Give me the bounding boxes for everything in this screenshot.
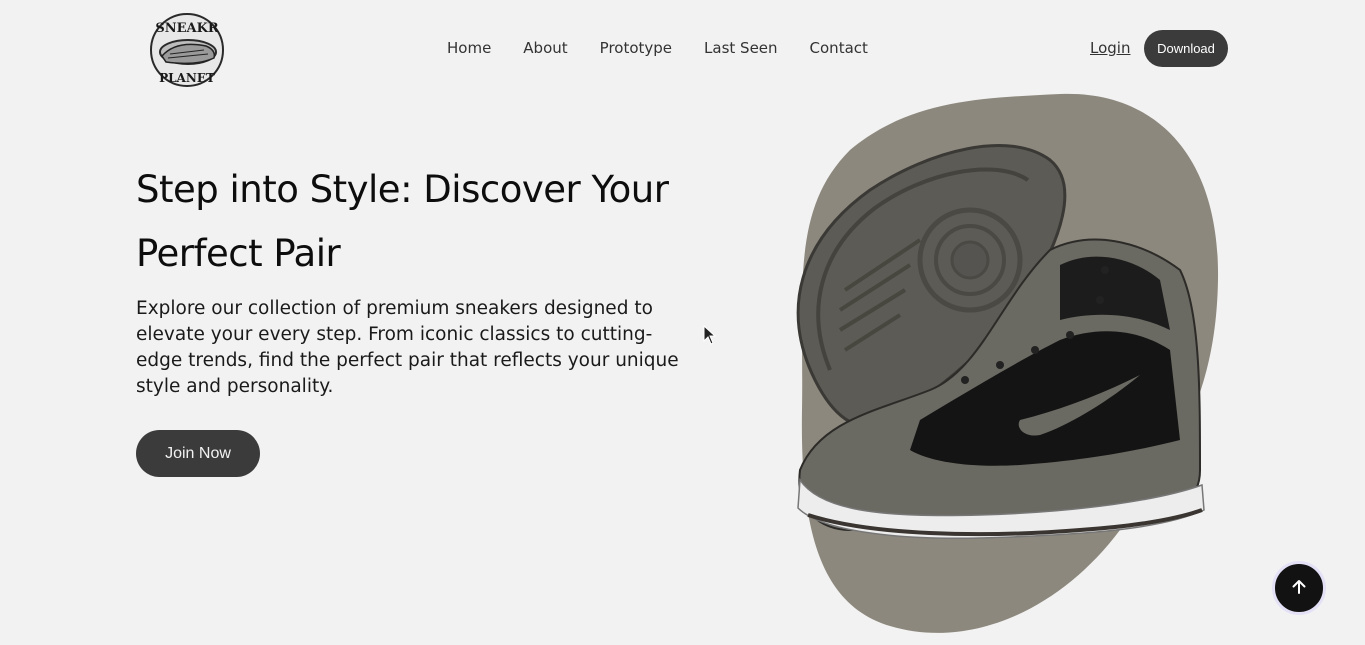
login-link[interactable]: Login	[1090, 38, 1130, 58]
hero-description: Explore our collection of premium sneake…	[136, 298, 679, 397]
hero-headline-line1: Step into Style: Discover Your	[136, 168, 669, 211]
nav-about[interactable]: About	[523, 38, 567, 58]
hero-image	[760, 90, 1230, 638]
arrow-up-icon	[1290, 578, 1308, 599]
logo-text-top: SNEAKR	[155, 21, 219, 36]
nav-home[interactable]: Home	[447, 38, 491, 58]
nav-prototype[interactable]: Prototype	[600, 38, 672, 58]
sneakr-planet-logo[interactable]: SNEAKR PLANET	[146, 10, 228, 90]
mouse-cursor	[703, 324, 717, 345]
join-now-button[interactable]: Join Now	[136, 430, 260, 477]
hero-headline: Step into Style: Discover Your Perfect P…	[136, 158, 696, 286]
main-nav: Home About Prototype Last Seen Contact	[447, 38, 868, 58]
logo-text-bottom: PLANET	[159, 71, 215, 85]
scroll-to-top-button[interactable]	[1272, 561, 1326, 615]
nav-contact[interactable]: Contact	[810, 38, 868, 58]
download-button[interactable]: Download	[1144, 30, 1228, 67]
nav-last-seen[interactable]: Last Seen	[704, 38, 778, 58]
hero-headline-line2: Perfect Pair	[136, 232, 341, 275]
